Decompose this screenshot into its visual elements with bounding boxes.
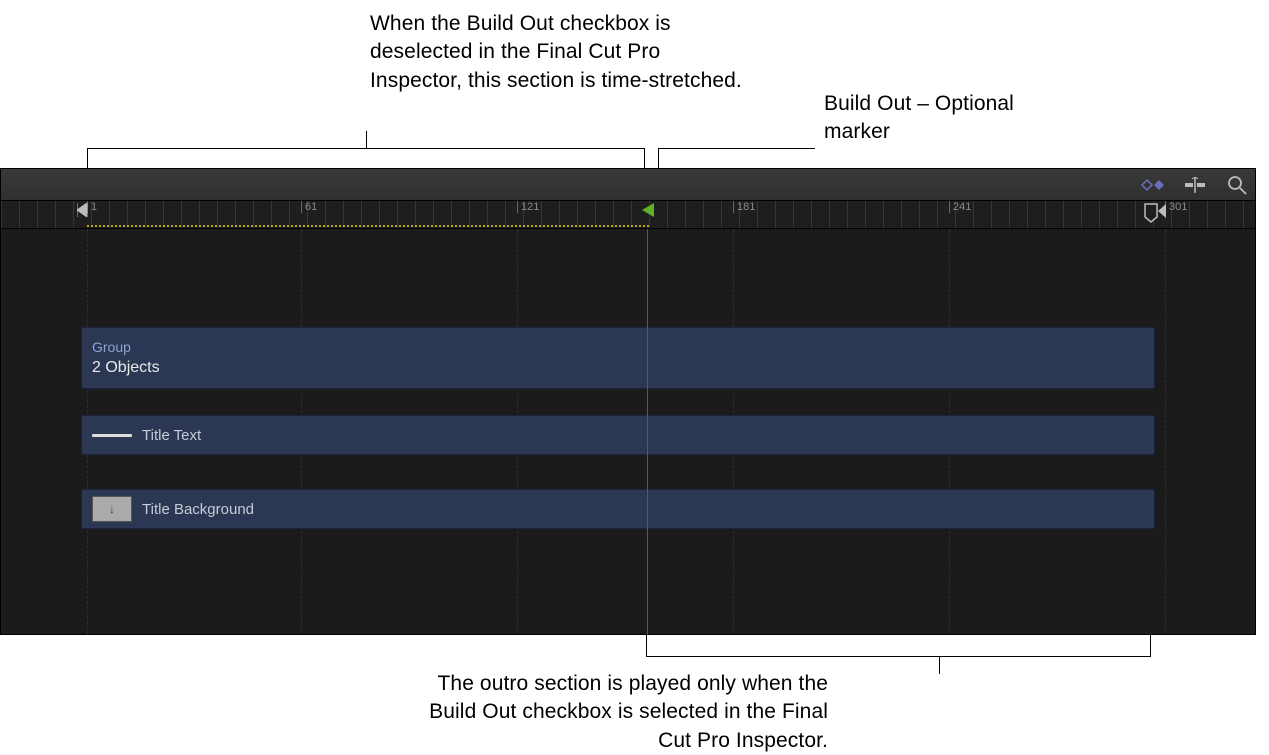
build-out-marker[interactable]: [641, 203, 655, 222]
background-thumbnail-icon: ↓: [92, 496, 132, 522]
timeline-toolbar: [1, 169, 1255, 201]
grid-line: [1165, 229, 1166, 634]
callout-time-stretch: When the Build Out checkbox is deselecte…: [370, 10, 750, 95]
group-track-label: Group: [92, 339, 131, 355]
snap-icon[interactable]: [1183, 173, 1207, 197]
ruler-tick-61: 61: [301, 201, 313, 228]
callout-outro: The outro section is played only when th…: [398, 670, 828, 755]
out-point-marker[interactable]: [1142, 203, 1166, 228]
time-stretch-indicator: [87, 225, 649, 227]
ruler-tick-241: 241: [949, 201, 967, 228]
group-track-subtitle: 2 Objects: [92, 359, 160, 377]
bracket-pre-marker: [87, 148, 645, 168]
ruler-tick-121: 121: [517, 201, 535, 228]
ruler-minor-ticks: [1, 201, 1255, 228]
bracket-outro-section: [646, 635, 1151, 657]
text-thumbnail-icon: [92, 434, 132, 437]
title-background-track[interactable]: ↓ Title Background: [81, 489, 1155, 529]
title-text-track[interactable]: Title Text: [81, 415, 1155, 455]
keyframe-icon[interactable]: [1141, 173, 1165, 197]
group-track[interactable]: Group 2 Objects: [81, 327, 1155, 389]
timeline-panel: 1 61 121 181 241 301 Group: [0, 168, 1256, 635]
zoom-icon[interactable]: [1225, 173, 1249, 197]
title-text-label: Title Text: [142, 427, 201, 444]
ruler-tick-181: 181: [733, 201, 751, 228]
timeline-ruler[interactable]: 1 61 121 181 241 301: [1, 201, 1255, 229]
callout-build-out-marker: Build Out – Optional marker: [824, 90, 1084, 147]
ruler-tick-301: 301: [1165, 201, 1183, 228]
toolbar-right-group: [1141, 173, 1249, 197]
timeline-track-area: Group 2 Objects Title Text ↓ Title Backg…: [1, 229, 1255, 634]
build-out-marker-line: [647, 229, 648, 634]
in-point-handle[interactable]: [77, 203, 89, 220]
title-background-label: Title Background: [142, 501, 254, 518]
